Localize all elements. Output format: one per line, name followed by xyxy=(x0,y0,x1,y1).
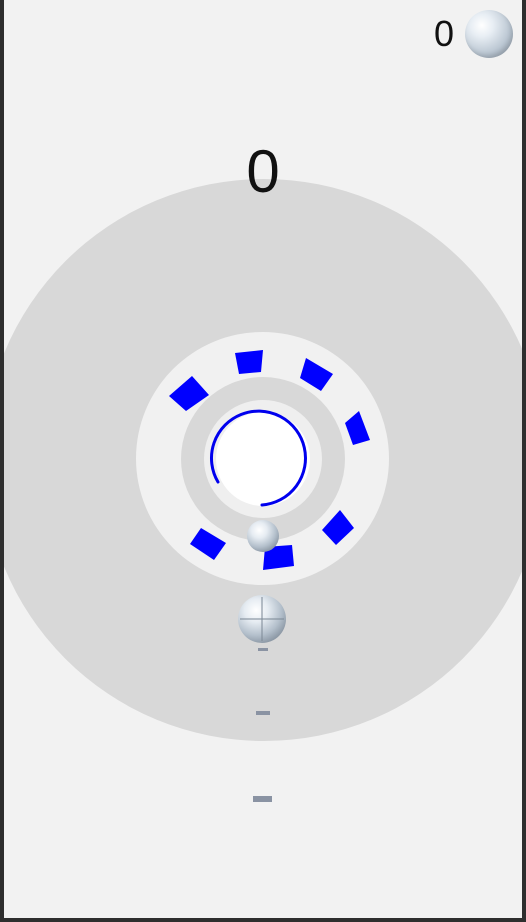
obstacle-block xyxy=(235,350,263,374)
stuck-ball xyxy=(247,520,279,552)
queue-dash xyxy=(253,796,272,802)
obstacle-block xyxy=(190,528,226,560)
obstacle-block xyxy=(345,411,370,445)
obstacle-block xyxy=(169,376,209,411)
obstacle-block xyxy=(300,358,333,391)
silver-ball-icon xyxy=(465,10,513,58)
score-counter: 0 xyxy=(246,138,280,205)
launcher-ball[interactable] xyxy=(238,595,286,643)
obstacle-block xyxy=(322,510,354,545)
game-screen[interactable]: 0 0 xyxy=(4,0,522,918)
queue-dash xyxy=(256,711,270,715)
queue-dash xyxy=(258,648,268,651)
coin-count: 0 xyxy=(434,13,455,54)
inner-progress-arc xyxy=(210,409,307,507)
